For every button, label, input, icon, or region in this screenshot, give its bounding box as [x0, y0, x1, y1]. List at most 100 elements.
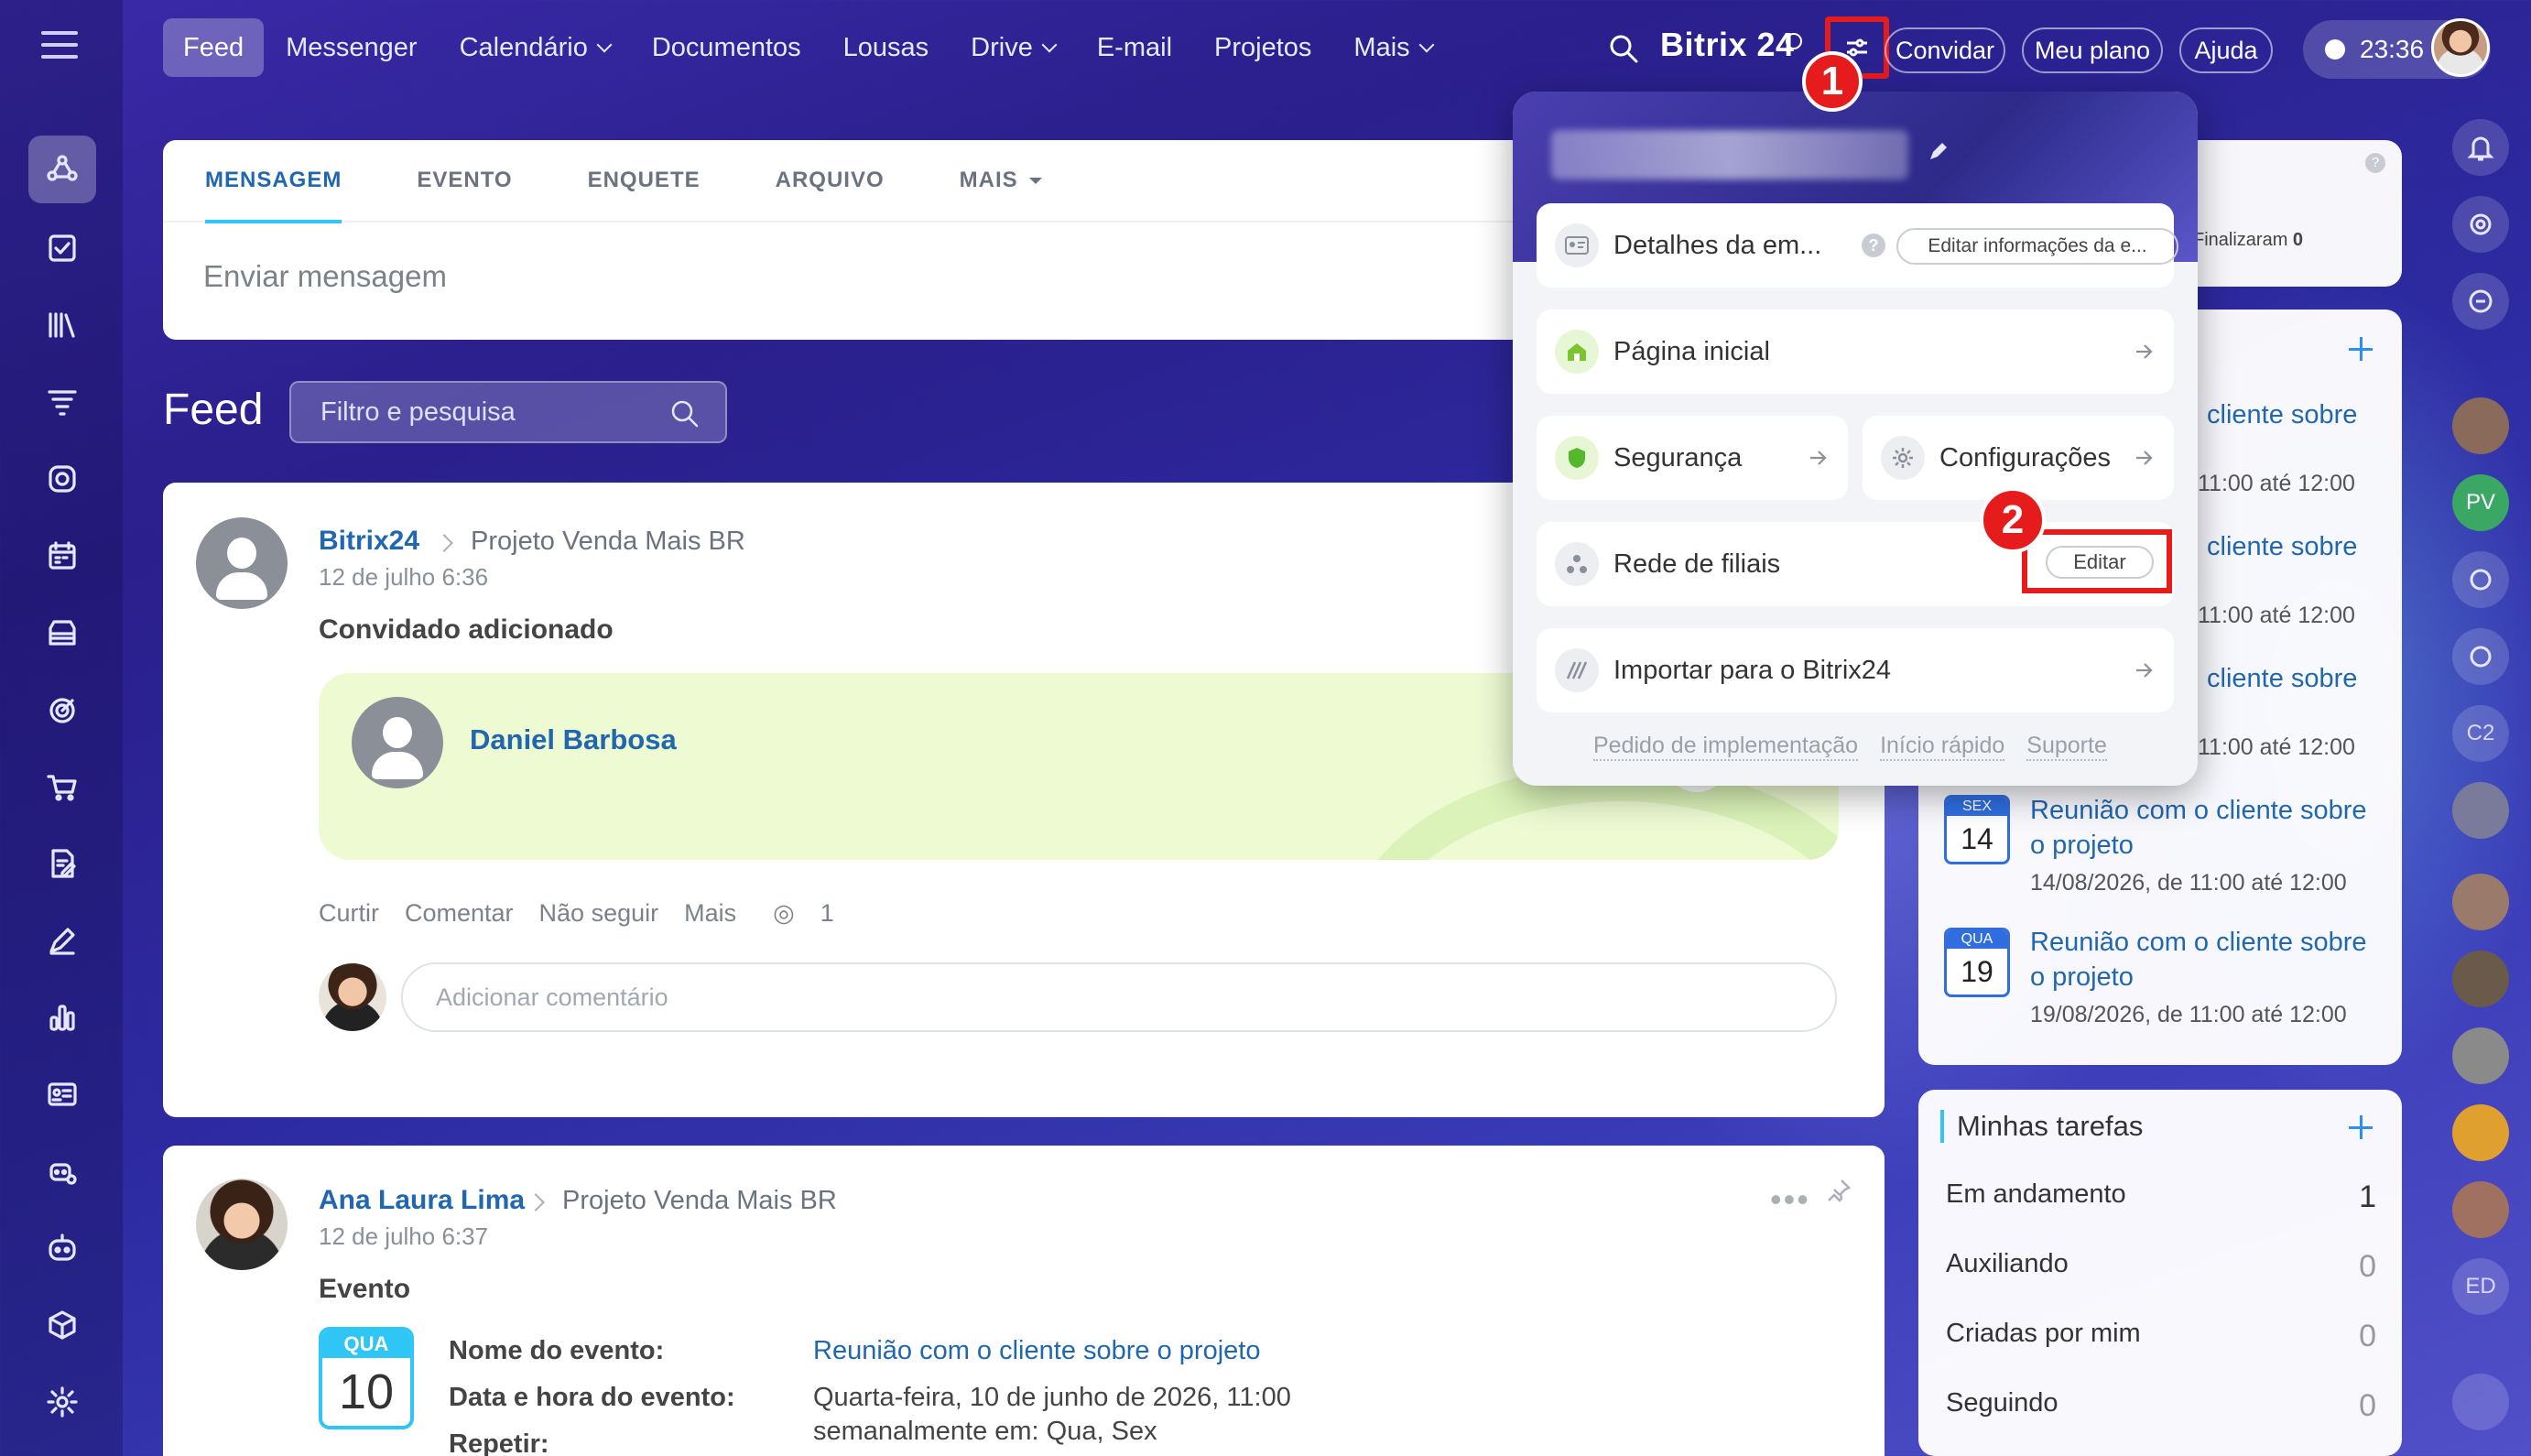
sidebar-item-settings[interactable]: [28, 1368, 96, 1436]
avatar-initials[interactable]: PV: [2452, 474, 2509, 531]
avatar[interactable]: [2452, 1181, 2509, 1238]
tab-projects[interactable]: Projetos: [1194, 18, 1331, 77]
post-author[interactable]: Ana Laura Lima: [319, 1185, 525, 1216]
tab-boards[interactable]: Lousas: [823, 18, 950, 77]
tab-more[interactable]: Mais: [1333, 18, 1451, 77]
edit-branch-network-button[interactable]: Editar: [2046, 546, 2154, 579]
search-icon[interactable]: [1607, 32, 1640, 65]
support-link[interactable]: Suporte: [2026, 733, 2107, 761]
avatar[interactable]: [196, 1179, 288, 1270]
tab-message[interactable]: MENSAGEM: [205, 139, 342, 223]
tab-poll[interactable]: ENQUETE: [588, 139, 701, 222]
task-row-in-progress[interactable]: Em andamento 1: [1946, 1179, 2376, 1215]
default-avatar-icon[interactable]: [196, 517, 288, 609]
sidebar-item-documents[interactable]: [28, 830, 96, 897]
home-page-item[interactable]: Página inicial: [1537, 310, 2174, 394]
post-date[interactable]: 12 de julho 6:37: [319, 1222, 488, 1251]
post-author[interactable]: Bitrix24: [319, 526, 419, 557]
message-input[interactable]: Enviar mensagem: [203, 259, 447, 294]
implementation-request-link[interactable]: Pedido de implementação: [1593, 733, 1859, 761]
sidebar-item-analytics[interactable]: [28, 983, 96, 1051]
user-avatar[interactable]: [2431, 18, 2490, 77]
tab-documents[interactable]: Documentos: [632, 18, 821, 77]
sidebar-item-store[interactable]: [28, 599, 96, 667]
avatar-initials[interactable]: C2: [2452, 705, 2509, 762]
sidebar-item-feed[interactable]: [28, 136, 96, 203]
event-title[interactable]: Reunião com o cliente sobre o projeto: [2030, 793, 2367, 863]
tab-drive[interactable]: Drive: [950, 18, 1075, 77]
sidebar-item-calendar[interactable]: [28, 522, 96, 590]
security-item[interactable]: Segurança: [1537, 416, 1848, 500]
chat-icon[interactable]: [2452, 1104, 2509, 1161]
comment-button[interactable]: Comentar: [405, 899, 514, 928]
sidebar-item-shop[interactable]: [28, 753, 96, 820]
sidebar-item-sign[interactable]: [28, 907, 96, 974]
help-icon[interactable]: ?: [2365, 153, 2385, 173]
add-event-icon[interactable]: [2349, 337, 2373, 361]
sidebar-item-booking[interactable]: [28, 445, 96, 513]
event-title[interactable]: Reunião com o cliente sobre o projeto: [2030, 925, 2367, 994]
post-destination[interactable]: Projeto Venda Mais BR: [471, 527, 745, 557]
task-row-created[interactable]: Criadas por mim 0: [1946, 1319, 2376, 1354]
sidebar-item-knowledge[interactable]: [28, 291, 96, 359]
event-title[interactable]: cliente sobre: [2207, 529, 2357, 564]
tab-feed[interactable]: Feed: [163, 18, 265, 77]
tab-file[interactable]: ARQUIVO: [776, 139, 885, 222]
edit-company-info-button[interactable]: Editar informações da e...: [1896, 228, 2178, 265]
my-plan-button[interactable]: Meu plano: [2022, 27, 2163, 73]
copilot-icon[interactable]: [2452, 196, 2509, 253]
sidebar-item-automation[interactable]: [28, 1137, 96, 1205]
chat-icon[interactable]: [2452, 273, 2509, 330]
avatar[interactable]: [2452, 397, 2509, 454]
quick-start-link[interactable]: Início rápido: [1880, 733, 2005, 761]
pin-icon[interactable]: [1825, 1177, 1852, 1204]
post-destination[interactable]: Projeto Venda Mais BR: [562, 1186, 837, 1216]
hamburger-menu-icon[interactable]: [41, 31, 78, 59]
post-date[interactable]: 12 de julho 6:36: [319, 563, 488, 592]
sidebar-item-hr[interactable]: [28, 1060, 96, 1128]
sidebar-item-copilot[interactable]: [28, 1214, 96, 1282]
task-row-assisting[interactable]: Auxiliando 0: [1946, 1249, 2376, 1285]
robot-icon[interactable]: [2452, 1374, 2509, 1430]
event-title[interactable]: cliente sobre: [2207, 661, 2357, 696]
avatar-initials[interactable]: ED: [2452, 1258, 2509, 1315]
invite-button[interactable]: Convidar: [1885, 27, 2005, 73]
company-details-item[interactable]: Detalhes da em... ? Editar informações d…: [1537, 203, 2178, 288]
tab-calendar[interactable]: Calendário: [440, 18, 630, 77]
tab-messenger[interactable]: Messenger: [266, 18, 437, 77]
help-button[interactable]: Ajuda: [2179, 27, 2273, 73]
event-name-link[interactable]: Reunião com o cliente sobre o projeto: [813, 1336, 1260, 1366]
avatar[interactable]: [2452, 782, 2509, 839]
guest-name[interactable]: Daniel Barbosa: [470, 723, 677, 756]
more-button[interactable]: Mais: [684, 899, 736, 928]
search-icon[interactable]: [668, 397, 701, 430]
unfollow-button[interactable]: Não seguir: [539, 899, 659, 928]
comment-input[interactable]: Adicionar comentário: [401, 962, 1837, 1032]
sidebar-item-apps[interactable]: [28, 1291, 96, 1359]
tab-email[interactable]: E-mail: [1077, 18, 1192, 77]
avatar[interactable]: [2452, 951, 2509, 1007]
import-item[interactable]: Importar para o Bitrix24: [1537, 628, 2174, 712]
task-row-following[interactable]: Seguindo 0: [1946, 1388, 2376, 1424]
event-title[interactable]: cliente sobre: [2207, 397, 2357, 432]
like-button[interactable]: Curtir: [319, 899, 379, 928]
filter-search-input[interactable]: Filtro e pesquisa: [289, 381, 727, 443]
brand-logo[interactable]: Bitrix 24: [1660, 26, 1795, 64]
avatar[interactable]: [2452, 874, 2509, 930]
more-options-icon[interactable]: •••: [1770, 1180, 1810, 1219]
help-icon[interactable]: ?: [1862, 234, 1885, 257]
bell-icon[interactable]: [2452, 119, 2509, 176]
chevron-down-icon: [596, 37, 613, 53]
tab-more-composer[interactable]: MAIS: [960, 139, 1042, 222]
sidebar-item-tasks[interactable]: [28, 214, 96, 282]
sidebar-item-crm[interactable]: [28, 368, 96, 436]
avatar[interactable]: [2452, 1027, 2509, 1084]
default-avatar-icon[interactable]: [352, 697, 443, 788]
chat-icon[interactable]: [2452, 551, 2509, 608]
sidebar-item-marketing[interactable]: [28, 676, 96, 744]
chat-icon[interactable]: [2452, 628, 2509, 685]
tab-event[interactable]: EVENTO: [417, 139, 512, 222]
funnel-icon: [48, 390, 77, 416]
pencil-icon[interactable]: [1925, 137, 1952, 165]
add-task-icon[interactable]: [2349, 1115, 2373, 1139]
